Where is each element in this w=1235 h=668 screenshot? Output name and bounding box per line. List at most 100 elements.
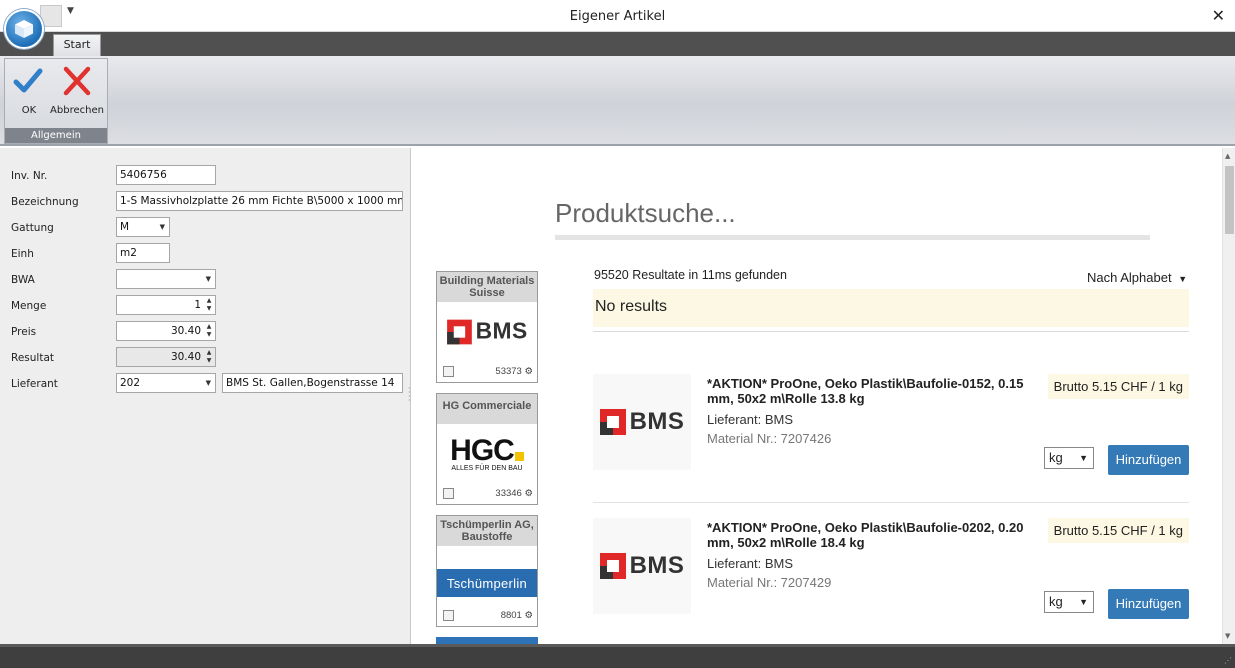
add-button[interactable]: Hinzufügen — [1108, 445, 1189, 475]
sort-dropdown[interactable]: Nach Alphabet ▼ — [1087, 270, 1187, 285]
gear-icon: ⚙ — [524, 610, 533, 621]
scroll-down-icon[interactable]: ▼ — [1225, 632, 1230, 640]
preis-spinner[interactable]: 30.40 ▲ ▼ — [116, 321, 216, 341]
chevron-down-icon: ▼ — [205, 379, 211, 387]
product-supplier: Lieferant: BMS — [707, 556, 793, 571]
gear-icon: ⚙ — [524, 488, 533, 499]
item-divider — [593, 502, 1189, 503]
form-row-gattung: Gattung M ▼ — [0, 217, 411, 239]
window-title: Eigener Artikel — [569, 9, 666, 24]
supplier-count-value: 33346 — [495, 488, 522, 499]
supplier-name: HG Commerciale — [437, 394, 537, 424]
vertical-scrollbar[interactable]: ▲ ▼ — [1222, 148, 1235, 644]
cancel-button[interactable]: Abbrechen — [50, 63, 104, 121]
supplier-count: 33346 ⚙ — [495, 488, 533, 499]
lieferant-select[interactable]: 202 ▼ — [116, 373, 216, 393]
logo-subtext: ALLES FÜR DEN BAU — [451, 464, 523, 472]
bezeichnung-label: Bezeichnung — [11, 196, 79, 208]
caret-down-icon: ▼ — [1178, 274, 1188, 284]
form-row-menge: Menge 1 ▲ ▼ — [0, 295, 411, 317]
menge-label: Menge — [11, 300, 47, 312]
form-row-lieferant: Lieferant 202 ▼ BMS St. Gallen,Bogenstra… — [0, 373, 411, 395]
inv-nr-label: Inv. Nr. — [11, 170, 48, 182]
form-row-bezeichnung: Bezeichnung 1-S Massivholzplatte 26 mm F… — [0, 191, 411, 213]
supplier-count-value: 8801 — [500, 610, 522, 621]
supplier-name: Tschümperlin AG, Baustoffe — [437, 516, 537, 546]
no-results-alert: No results — [593, 289, 1189, 327]
cancel-button-label: Abbrechen — [50, 105, 104, 116]
supplier-count: 8801 ⚙ — [501, 610, 533, 621]
product-supplier: Lieferant: BMS — [707, 412, 793, 427]
einh-field[interactable]: m2 — [116, 243, 170, 263]
supplier-card-bms[interactable]: Building Materials Suisse BMS 53373 ⚙ — [436, 271, 538, 383]
supplier-checkbox[interactable] — [443, 366, 454, 377]
supplier-checkbox[interactable] — [443, 610, 454, 621]
product-material-number: Material Nr.: 7207426 — [707, 431, 832, 446]
cancel-x-icon — [63, 66, 91, 96]
supplier-card-tschuemperlin[interactable]: Tschümperlin AG, Baustoffe Tschümperlin … — [436, 515, 538, 627]
product-title[interactable]: *AKTION* ProOne, Oeko Plastik\Baufolie-0… — [707, 376, 1037, 406]
unit-select[interactable]: kg ▼ — [1044, 591, 1094, 613]
chevron-down-icon: ▼ — [159, 223, 165, 231]
gattung-select[interactable]: M ▼ — [116, 217, 170, 237]
logo-text: HGC — [450, 433, 515, 467]
results-count: 95520 Resultate in 11ms gefunden — [594, 268, 787, 282]
scrollbar-thumb[interactable] — [1225, 166, 1234, 234]
supplier-card-hgc[interactable]: HG Commerciale HGC ALLES FÜR DEN BAU 333… — [436, 393, 538, 505]
lieferant-detail-field: BMS St. Gallen,Bogenstrasse 14 — [222, 373, 403, 393]
unit-value: kg — [1049, 594, 1063, 609]
supplier-checkbox[interactable] — [443, 488, 454, 499]
splitter-grip-icon[interactable]: · · · · — [408, 385, 411, 405]
inv-nr-field[interactable]: 5406756 — [116, 165, 216, 185]
bwa-select[interactable]: ▼ — [116, 269, 216, 289]
chevron-down-icon: ▼ — [1079, 597, 1088, 607]
spinner-arrows-icon[interactable]: ▲ ▼ — [205, 297, 213, 313]
tab-start[interactable]: Start — [53, 34, 101, 56]
checkmark-icon — [13, 68, 43, 93]
unit-select[interactable]: kg ▼ — [1044, 447, 1094, 469]
product-material-number: Material Nr.: 7207429 — [707, 575, 832, 590]
supplier-count: 53373 ⚙ — [495, 366, 533, 377]
hgc-logo: HGC ALLES FÜR DEN BAU — [437, 424, 537, 484]
ribbon-group-allgemein: OK Abbrechen Allgemein — [4, 58, 108, 144]
logo-text: BMS — [629, 552, 685, 579]
form-row-einh: Einh m2 — [0, 243, 411, 265]
gattung-value: M — [120, 221, 130, 233]
product-image[interactable]: BMS — [593, 374, 691, 470]
logo-dot-icon — [514, 451, 524, 461]
preis-value: 30.40 — [170, 325, 201, 337]
product-search-pane: Produktsuche... Building Materials Suiss… — [412, 148, 1235, 644]
status-bar: ⋰ — [0, 644, 1235, 668]
form-row-inv-nr: Inv. Nr. 5406756 — [0, 165, 411, 187]
bezeichnung-field[interactable]: 1-S Massivholzplatte 26 mm Fichte B\5000… — [116, 191, 403, 211]
resultat-value: 30.40 — [170, 351, 201, 363]
menge-spinner[interactable]: 1 ▲ ▼ — [116, 295, 216, 315]
supplier-name: Building Materials Suisse — [437, 272, 537, 302]
menge-value: 1 — [194, 299, 201, 311]
logo-text: Tschümperlin — [446, 575, 528, 591]
add-button[interactable]: Hinzufügen — [1108, 589, 1189, 619]
product-title[interactable]: *AKTION* ProOne, Oeko Plastik\Baufolie-0… — [707, 520, 1037, 550]
product-item: BMS *AKTION* ProOne, Oeko Plastik\Baufol… — [593, 374, 1189, 514]
supplier-card-partial[interactable] — [436, 637, 538, 644]
spinner-arrows-icon[interactable]: ▲ ▼ — [205, 323, 213, 339]
ok-button[interactable]: OK — [7, 63, 51, 121]
product-item: BMS *AKTION* ProOne, Oeko Plastik\Baufol… — [593, 518, 1189, 644]
product-image[interactable]: BMS — [593, 518, 691, 614]
gear-icon: ⚙ — [524, 366, 533, 377]
einh-label: Einh — [11, 248, 34, 260]
application-menu-button[interactable] — [4, 9, 44, 49]
gattung-label: Gattung — [11, 222, 54, 234]
resize-grip-icon[interactable]: ⋰ — [1224, 656, 1232, 665]
resultat-label: Resultat — [11, 352, 54, 364]
bwa-label: BWA — [11, 274, 35, 286]
ribbon-group-label: Allgemein — [5, 128, 107, 143]
scroll-up-icon[interactable]: ▲ — [1225, 152, 1230, 160]
search-title: Produktsuche... — [555, 198, 736, 228]
logo-text: BMS — [475, 318, 528, 345]
form-row-preis: Preis 30.40 ▲ ▼ — [0, 321, 411, 343]
article-form: Inv. Nr. 5406756 Bezeichnung 1-S Massivh… — [0, 148, 411, 644]
chevron-down-icon: ▼ — [1079, 453, 1088, 463]
close-icon[interactable]: ✕ — [1212, 6, 1225, 25]
logo-text: BMS — [629, 408, 685, 435]
